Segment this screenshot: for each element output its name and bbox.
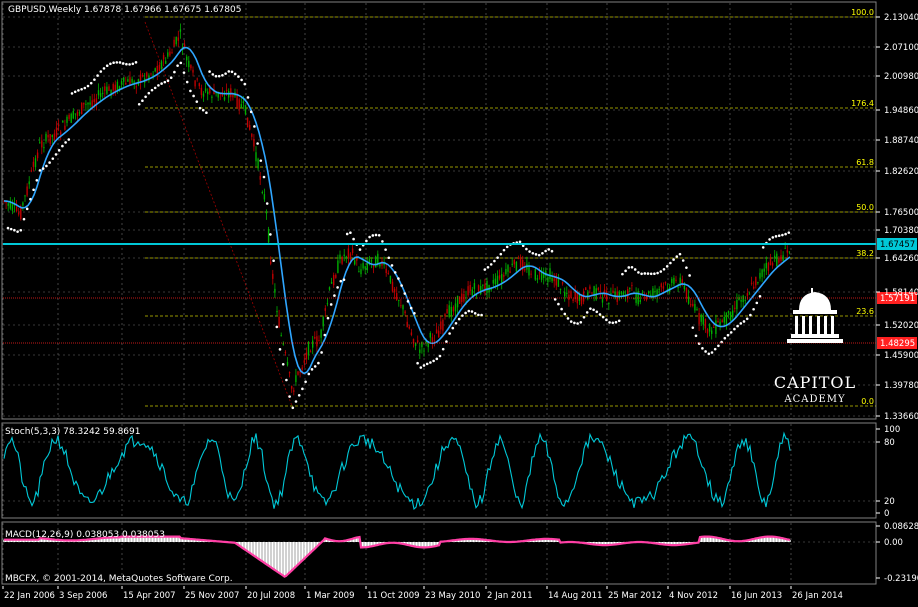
price-tick-label: 2.13040 bbox=[884, 13, 918, 23]
macd-tick-label: 0.086283 bbox=[884, 522, 918, 532]
price-chart[interactable]: 100.0 176.4 61.8 50.0 38.2 23.6 0.0 1.67457 1.5… bbox=[0, 0, 918, 422]
time-axis: 22 Jan 2006 3 Sep 2006 15 Apr 2007 25 Nov 2… bbox=[2, 586, 843, 601]
macd-tick-label: -0.231909 bbox=[884, 574, 918, 584]
price-tick-label: 1.45900 bbox=[884, 351, 918, 361]
stoch-tick-label: 80 bbox=[884, 438, 895, 448]
chart-title: GBPUSD,Weekly 1.67878 1.67966 1.67675 1.… bbox=[8, 5, 241, 15]
price-tick-label: 1.58140 bbox=[884, 288, 918, 298]
stochastic-pane[interactable]: Stoch(5,3,3) 78.3242 59.8691 100 80 20 0 bbox=[0, 421, 918, 520]
stoch-tick-label: 100 bbox=[884, 425, 900, 435]
time-tick-label: 25 Nov 2007 bbox=[185, 591, 239, 601]
fib-level-label: 38.2 bbox=[856, 249, 874, 258]
price-line-label: 1.48295 bbox=[880, 339, 915, 349]
macd-title: MACD(12,26,9) 0.038053 0.038053 bbox=[5, 530, 165, 540]
time-tick-label: 16 Jun 2013 bbox=[731, 591, 782, 601]
price-axis: 2.13040 2.07100 2.00980 1.94860 1.88740 1.826… bbox=[876, 13, 918, 422]
price-tick-label: 1.76500 bbox=[884, 208, 918, 218]
time-tick-label: 11 Oct 2009 bbox=[367, 591, 420, 601]
price-line-label: 1.67457 bbox=[880, 240, 915, 250]
time-tick-label: 22 Jan 2006 bbox=[4, 591, 55, 601]
price-tick-label: 1.39780 bbox=[884, 381, 918, 391]
price-tick-label: 1.52020 bbox=[884, 321, 918, 331]
time-tick-label: 23 May 2010 bbox=[425, 591, 480, 601]
time-tick-label: 1 Mar 2009 bbox=[306, 591, 354, 601]
macd-indicator[interactable]: MACD(12,26,9) 0.038053 0.038053 MBCFX, ©… bbox=[0, 520, 918, 586]
stoch-tick-label: 20 bbox=[884, 497, 895, 507]
fib-level-label: 61.8 bbox=[856, 158, 874, 167]
time-tick-label: 2 Jan 2011 bbox=[487, 591, 533, 601]
time-tick-label: 3 Sep 2006 bbox=[59, 591, 107, 601]
macd-tick-label: 0.00 bbox=[884, 538, 903, 548]
price-tick-label: 2.00980 bbox=[884, 72, 918, 82]
fib-level-label: 50.0 bbox=[856, 203, 874, 212]
price-tick-label: 2.07100 bbox=[884, 43, 918, 53]
stoch-title: Stoch(5,3,3) 78.3242 59.8691 bbox=[5, 427, 140, 437]
price-tick-label: 1.88740 bbox=[884, 136, 918, 146]
price-tick-label: 1.33660 bbox=[884, 412, 918, 421]
price-tick-label: 1.70380 bbox=[884, 226, 918, 236]
time-axis-pane: 22 Jan 2006 3 Sep 2006 15 Apr 2007 25 Nov 2… bbox=[0, 586, 918, 603]
fib-level-label: 176.4 bbox=[851, 99, 874, 108]
fib-level-label: 23.6 bbox=[856, 307, 874, 316]
logo-text-capitol: CAPITOL bbox=[774, 373, 856, 392]
stoch-tick-label: 0 bbox=[884, 509, 889, 519]
price-tick-label: 1.82620 bbox=[884, 167, 918, 177]
price-chart-pane[interactable]: 100.0 176.4 61.8 50.0 38.2 23.6 0.0 1.67457 1.5… bbox=[0, 0, 918, 422]
macd-pane[interactable]: MACD(12,26,9) 0.038053 0.038053 MBCFX, ©… bbox=[0, 520, 918, 586]
time-tick-label: 25 Mar 2012 bbox=[608, 591, 662, 601]
time-tick-label: 4 Nov 2012 bbox=[669, 591, 718, 601]
stochastic-indicator[interactable]: Stoch(5,3,3) 78.3242 59.8691 100 80 20 0 bbox=[0, 421, 918, 520]
fib-level-label: 0.0 bbox=[861, 397, 874, 406]
time-tick-label: 15 Apr 2007 bbox=[123, 591, 176, 601]
copyright-text: MBCFX, © 2001-2014, MetaQuotes Software … bbox=[5, 574, 233, 584]
fib-level-label: 100.0 bbox=[851, 8, 874, 17]
price-tick-label: 1.94860 bbox=[884, 106, 918, 116]
time-tick-label: 14 Aug 2011 bbox=[548, 591, 602, 601]
time-tick-label: 20 Jul 2008 bbox=[247, 591, 295, 601]
logo-text-academy: ACADEMY bbox=[783, 394, 845, 405]
time-tick-label: 26 Jan 2014 bbox=[792, 591, 843, 601]
price-tick-label: 1.64260 bbox=[884, 254, 918, 264]
